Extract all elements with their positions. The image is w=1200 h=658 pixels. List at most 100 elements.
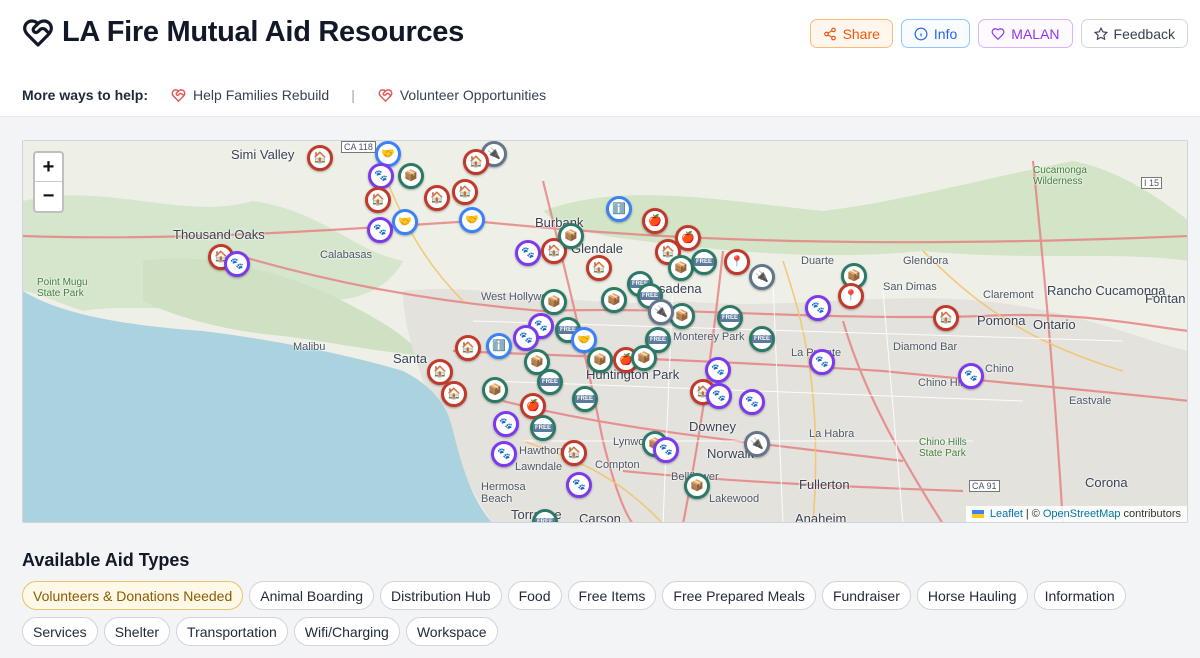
brand: LA Fire Mutual Aid Resources: [22, 16, 464, 49]
openstreetmap-link[interactable]: OpenStreetMap: [1043, 508, 1121, 520]
wifi-charging-marker[interactable]: 🔌: [744, 431, 770, 457]
distribution-hub-marker[interactable]: 📦: [482, 377, 508, 403]
shelter-marker[interactable]: 🏠: [452, 179, 478, 205]
animal-boarding-marker[interactable]: 🐾: [368, 163, 394, 189]
paw-icon: 🐾: [373, 223, 387, 236]
animal-boarding-marker[interactable]: 🐾: [653, 437, 679, 463]
help-families-rebuild-link[interactable]: Help Families Rebuild: [170, 87, 329, 103]
map-label: Downey: [689, 419, 736, 434]
distribution-hub-marker[interactable]: 📦: [587, 347, 613, 373]
paw-icon: 🐾: [499, 417, 513, 430]
distribution-hub-marker[interactable]: 📦: [684, 473, 710, 499]
paw-icon: 🐾: [572, 478, 586, 491]
resource-map[interactable]: Simi Valley Thousand Oaks Calabasas Mali…: [22, 140, 1188, 523]
wifi-charging-marker[interactable]: 🔌: [648, 299, 674, 325]
shelter-marker[interactable]: 🏠: [441, 381, 467, 407]
animal-boarding-marker[interactable]: 🐾: [805, 295, 831, 321]
distribution-hub-marker[interactable]: 📦: [541, 289, 567, 315]
free-items-marker[interactable]: FREE: [717, 305, 743, 331]
chip-horse-hauling[interactable]: Horse Hauling: [916, 581, 1028, 610]
ukraine-flag-icon: [971, 510, 984, 518]
map-label: Lakewood: [709, 493, 760, 505]
distribution-hub-marker[interactable]: 📦: [631, 345, 657, 371]
map-label: Simi Valley: [231, 147, 295, 162]
chip-food[interactable]: Food: [507, 581, 562, 610]
chip-distribution-hub[interactable]: Distribution Hub: [379, 581, 502, 610]
apple-icon: 🍎: [526, 399, 540, 412]
shelter-marker[interactable]: 🏠: [424, 185, 450, 211]
animal-boarding-marker[interactable]: 🐾: [809, 349, 835, 375]
distribution-hub-marker[interactable]: 📦: [558, 223, 584, 249]
shelter-marker[interactable]: 🏠: [586, 255, 612, 281]
animal-boarding-marker[interactable]: 🐾: [706, 383, 732, 409]
shelter-marker[interactable]: 🏠: [307, 145, 333, 171]
chip-animal-boarding[interactable]: Animal Boarding: [249, 581, 374, 610]
share-label: Share: [842, 25, 880, 42]
distribution-hub-marker[interactable]: 📦: [398, 163, 424, 189]
info-button[interactable]: Info: [900, 19, 971, 48]
free-items-marker[interactable]: FREE: [749, 326, 775, 352]
animal-boarding-marker[interactable]: 🐾: [491, 441, 517, 467]
services-marker[interactable]: 📍: [838, 283, 864, 309]
info-label: Info: [933, 25, 958, 42]
heart-icon: [991, 27, 1005, 40]
free-items-marker[interactable]: FREE: [691, 249, 717, 275]
free-tag-icon: FREE: [694, 258, 715, 266]
animal-boarding-marker[interactable]: 🐾: [367, 217, 393, 243]
attribution-suffix: contributors: [1123, 508, 1181, 520]
animal-boarding-marker[interactable]: 🐾: [513, 325, 539, 351]
shelter-marker[interactable]: 🏠: [365, 187, 391, 213]
free-items-marker[interactable]: FREE: [537, 369, 563, 395]
animal-boarding-marker[interactable]: 🐾: [224, 251, 250, 277]
chip-fundraiser[interactable]: Fundraiser: [821, 581, 911, 610]
malan-button[interactable]: MALAN: [978, 19, 1073, 48]
fundraiser-marker[interactable]: 🤝: [459, 207, 485, 233]
chip-information[interactable]: Information: [1033, 581, 1126, 610]
map-label: Carson: [579, 511, 621, 523]
volunteer-opportunities-link[interactable]: Volunteer Opportunities: [377, 87, 546, 103]
share-button[interactable]: Share: [809, 19, 893, 48]
chip-free-prepared-meals[interactable]: Free Prepared Meals: [662, 581, 816, 610]
distribution-hub-marker[interactable]: 📦: [601, 287, 627, 313]
box-icon: 📦: [637, 351, 651, 364]
zoom-in-button[interactable]: +: [35, 153, 62, 182]
animal-boarding-marker[interactable]: 🐾: [705, 357, 731, 383]
fundraiser-marker[interactable]: 🤝: [392, 209, 418, 235]
chip-shelter[interactable]: Shelter: [103, 617, 171, 646]
leaflet-link[interactable]: Leaflet: [990, 508, 1023, 520]
heart-handshake-icon: [23, 18, 53, 47]
chip-wifi-charging[interactable]: Wifi/Charging: [293, 617, 400, 646]
chip-free-items[interactable]: Free Items: [567, 581, 657, 610]
plug-icon: 🔌: [755, 270, 769, 283]
animal-boarding-marker[interactable]: 🐾: [739, 389, 765, 415]
animal-boarding-marker[interactable]: 🐾: [493, 411, 519, 437]
free-items-marker[interactable]: FREE: [530, 415, 556, 441]
animal-boarding-marker[interactable]: 🐾: [958, 363, 984, 389]
animal-boarding-marker[interactable]: 🐾: [566, 472, 592, 498]
map-label: Monterey Park: [673, 331, 745, 343]
services-marker[interactable]: 📍: [724, 249, 750, 275]
box-icon: 📦: [564, 229, 578, 242]
shelter-marker[interactable]: 🏠: [455, 335, 481, 361]
animal-boarding-marker[interactable]: 🐾: [515, 240, 541, 266]
free-tag-icon: FREE: [752, 335, 773, 343]
info-icon: [914, 27, 928, 40]
information-marker[interactable]: ℹ️: [486, 333, 512, 359]
shelter-marker[interactable]: 🏠: [463, 149, 489, 175]
chip-transportation[interactable]: Transportation: [176, 617, 288, 646]
shelter-marker[interactable]: 🏠: [933, 305, 959, 331]
house-icon: 🏠: [447, 387, 461, 400]
zoom-out-button[interactable]: −: [35, 182, 62, 211]
chip-volunteers-donations-needed[interactable]: Volunteers & Donations Needed: [22, 581, 244, 610]
wifi-charging-marker[interactable]: 🔌: [749, 264, 775, 290]
chip-services[interactable]: Services: [22, 617, 98, 646]
food-marker[interactable]: 🍎: [642, 208, 668, 234]
chip-workspace[interactable]: Workspace: [405, 617, 498, 646]
feedback-button[interactable]: Feedback: [1080, 19, 1188, 48]
distribution-hub-marker[interactable]: 📦: [668, 255, 694, 281]
page-title: LA Fire Mutual Aid Resources: [62, 16, 464, 48]
information-marker[interactable]: ℹ️: [606, 196, 632, 222]
info-icon: ℹ️: [612, 202, 626, 215]
free-items-marker[interactable]: FREE: [572, 386, 598, 412]
shelter-marker[interactable]: 🏠: [561, 440, 587, 466]
